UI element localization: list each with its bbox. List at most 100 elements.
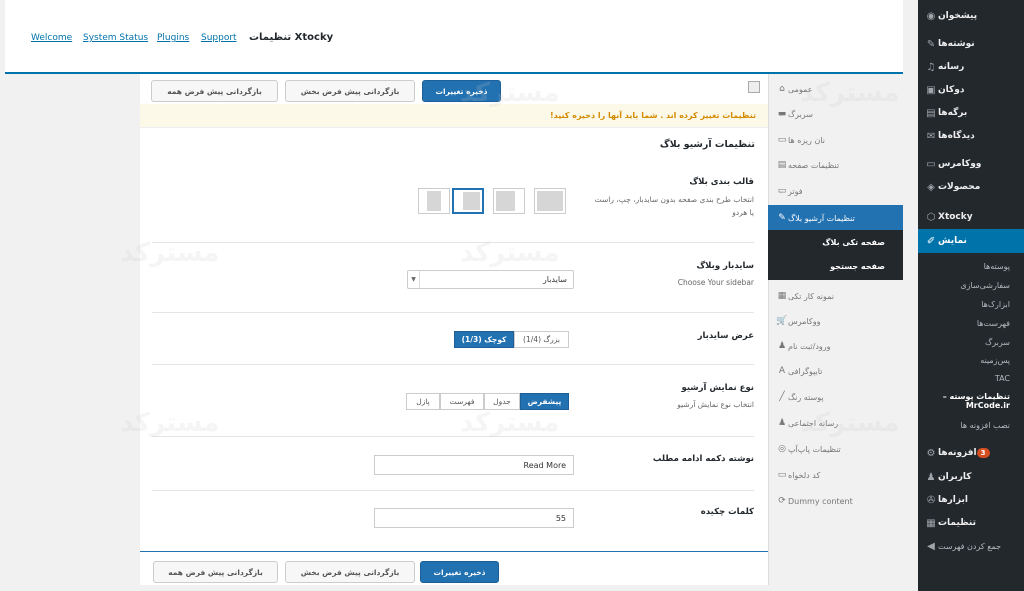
system-status-link[interactable]: System Status [83, 33, 148, 43]
options-header: Welcome System Status Plugins Support تن… [5, 0, 903, 74]
wp-menu-label: افزونه‌ها [938, 448, 977, 458]
tab-brush[interactable]: ╱ پوسته رنگ [768, 384, 903, 410]
wp-menu-plugins[interactable]: ⚙ افزونه‌ها 3 [918, 441, 1024, 465]
sidebar-select[interactable]: ▼ سایدبار [407, 270, 574, 289]
archive-masonry-option[interactable]: پازل [406, 393, 440, 410]
subtab-single-blog[interactable]: صفحه تکی بلاگ [822, 238, 885, 247]
tab-header[interactable]: ▬ سربرگ ⌄ [768, 101, 903, 127]
sidebar-width-label: عرض سایدبار [697, 331, 754, 341]
tab-label: تنظیمات صفحه [788, 160, 840, 170]
wp-menu-media[interactable]: ♫ رسانه [918, 55, 1024, 79]
wp-menu-settings[interactable]: ▦ تنظیمات [918, 511, 1024, 535]
blog-subtabs: صفحه تکی بلاگ صفحه جستجو [768, 230, 903, 280]
layout-no-sidebar-option[interactable] [534, 188, 566, 214]
panel-toggle-icon[interactable] [748, 81, 760, 93]
page-title: تنظیمات Xtocky [249, 32, 333, 43]
refresh-icon: ⟳ [778, 496, 786, 506]
users-icon: ♟ [926, 471, 936, 483]
read-more-input[interactable]: Read More [374, 455, 574, 475]
tab-breadcrumb[interactable]: ▭ نان ریزه ها [768, 127, 903, 153]
tab-label: سربرگ [788, 109, 813, 119]
layout-label: قالب بندی بلاگ [689, 177, 754, 187]
wp-menu-page[interactable]: ▤ برگه‌ها [918, 101, 1024, 125]
read-more-value: Read More [523, 461, 566, 470]
tab-home[interactable]: ⌂ عمومی ⌄ [768, 76, 903, 102]
typography-icon: A [778, 366, 786, 376]
wp-menu-products[interactable]: ◈ محصولات [918, 175, 1024, 199]
page-icon: ▤ [926, 107, 936, 119]
wp-menu-users[interactable]: ♟ کاربران [918, 465, 1024, 489]
layout-right-sidebar-option[interactable] [493, 188, 525, 214]
wp-menu-label: جمع کردن فهرست [938, 541, 1002, 551]
tab-social[interactable]: ♟ رسانه اجتماعی ⌄ [768, 410, 903, 436]
brush-icon: ╱ [779, 392, 785, 402]
reset-all-button-top[interactable]: بازگردانی پیش فرض همه [151, 80, 278, 102]
user-icon: ♟ [777, 341, 787, 351]
wp-menu-appearance[interactable]: ✐ نمایش [918, 229, 1024, 253]
settings-icon: ▦ [926, 517, 936, 529]
save-button-bottom[interactable]: ذخیره تغییرات [420, 561, 499, 583]
blog-icon: ✎ [778, 213, 786, 223]
wp-submenu-item[interactable]: ابزارک‌ها [918, 300, 1024, 309]
separator [152, 436, 754, 437]
wp-menu-woocommerce[interactable]: ▭ ووکامرس [918, 152, 1024, 176]
update-count-badge: 3 [976, 448, 990, 458]
wp-menu-store[interactable]: ▣ دوکان [918, 78, 1024, 102]
products-icon: ◈ [927, 181, 935, 193]
section-title: تنظیمات آرشیو بلاگ [659, 139, 755, 150]
tab-refresh[interactable]: ⟳ Dummy content [768, 488, 903, 514]
wp-submenu-item[interactable]: سربرگ [918, 338, 1024, 347]
reset-all-button-bottom[interactable]: بازگردانی پیش فرض همه [153, 561, 278, 583]
wp-submenu-item[interactable]: سفارشی‌سازی [918, 281, 1024, 290]
archive-list-option[interactable]: فهرست [440, 393, 484, 410]
tab-user[interactable]: ♟ ورود/ثبت نام [768, 333, 903, 359]
tab-cart[interactable]: 🛒 ووکامرس ⌄ [768, 308, 903, 334]
wp-submenu-item[interactable]: فهرست‌ها [918, 319, 1024, 328]
tab-code[interactable]: ▭ کد دلخواه [768, 462, 903, 488]
plugins-link[interactable]: Plugins [157, 33, 189, 43]
archive-grid-option[interactable]: جدول [484, 393, 520, 410]
store-icon: ▣ [926, 84, 936, 96]
wp-menu-xtocky[interactable]: ⬡ Xtocky [918, 205, 1024, 229]
pin-icon: ✎ [926, 38, 936, 50]
archive-default-option[interactable]: پیشفرض [520, 393, 569, 410]
tab-page-settings[interactable]: ▤ تنظیمات صفحه [768, 152, 903, 178]
layout-left-sidebar-option[interactable] [452, 188, 484, 214]
sidebar-select-value: سایدبار [542, 275, 567, 284]
support-link[interactable]: Support [201, 33, 237, 43]
tab-label: تنظیمات پاپ‌آپ [788, 444, 841, 454]
wp-menu-collapse[interactable]: ◀ جمع کردن فهرست [918, 534, 1024, 558]
sidebar-width-small[interactable]: کوچک (1/3) [454, 331, 514, 348]
subtab-search-page[interactable]: صفحه جستجو [830, 262, 885, 271]
code-icon: ▭ [777, 470, 787, 480]
save-button-top[interactable]: ذخیره تغییرات [422, 80, 501, 102]
wp-menu-pin[interactable]: ✎ نوشته‌ها [918, 32, 1024, 56]
tab-typography[interactable]: A تایپوگرافی [768, 358, 903, 384]
wp-submenu-item[interactable]: پوسته‌ها [918, 262, 1024, 271]
wp-submenu-item[interactable]: پس‌زمینه [918, 356, 1024, 365]
sidebar-width-large[interactable]: بزرگ (1/4) [514, 331, 569, 348]
wp-menu-comment[interactable]: ✉ دیدگاه‌ها [918, 124, 1024, 148]
wp-submenu-item[interactable]: تنظیمات پوسته – MrCode.ir [918, 392, 1024, 410]
reset-section-button-top[interactable]: بازگردانی پیش فرض بخش [285, 80, 415, 102]
wp-menu-tools[interactable]: ✇ ابزارها [918, 488, 1024, 512]
layout-both-sidebars-option[interactable] [418, 188, 450, 214]
tab-popup[interactable]: ◎ تنظیمات پاپ‌آپ [768, 436, 903, 462]
chevron-down-icon: ⌄ [778, 419, 784, 427]
wp-submenu-item[interactable]: TAC [918, 374, 1024, 383]
tab-portfolio[interactable]: ▦ نمونه کار تکی [768, 283, 903, 309]
tab-label: Dummy content [788, 496, 853, 506]
excerpt-value: 55 [555, 514, 566, 523]
welcome-link[interactable]: Welcome [31, 33, 72, 43]
page-settings-icon: ▤ [777, 160, 787, 170]
tab-footer[interactable]: ▭ فوتر ⌄ [768, 178, 903, 204]
wp-submenu-item[interactable]: نصب افزونه ها [918, 421, 1024, 430]
reset-section-button-bottom[interactable]: بازگردانی پیش فرض بخش [285, 561, 415, 583]
tab-blog[interactable]: ✎ تنظیمات آرشیو بلاگ [768, 205, 903, 231]
excerpt-input[interactable]: 55 [374, 508, 574, 528]
appearance-icon: ✐ [926, 235, 936, 247]
tab-label: فوتر [788, 186, 803, 196]
archive-type-desc: انتخاب نوع نمایش آرشیو [677, 400, 754, 409]
wp-menu-dashboard[interactable]: ◉ پیشخوان [918, 4, 1024, 28]
tab-label: تنظیمات آرشیو بلاگ [788, 213, 855, 223]
